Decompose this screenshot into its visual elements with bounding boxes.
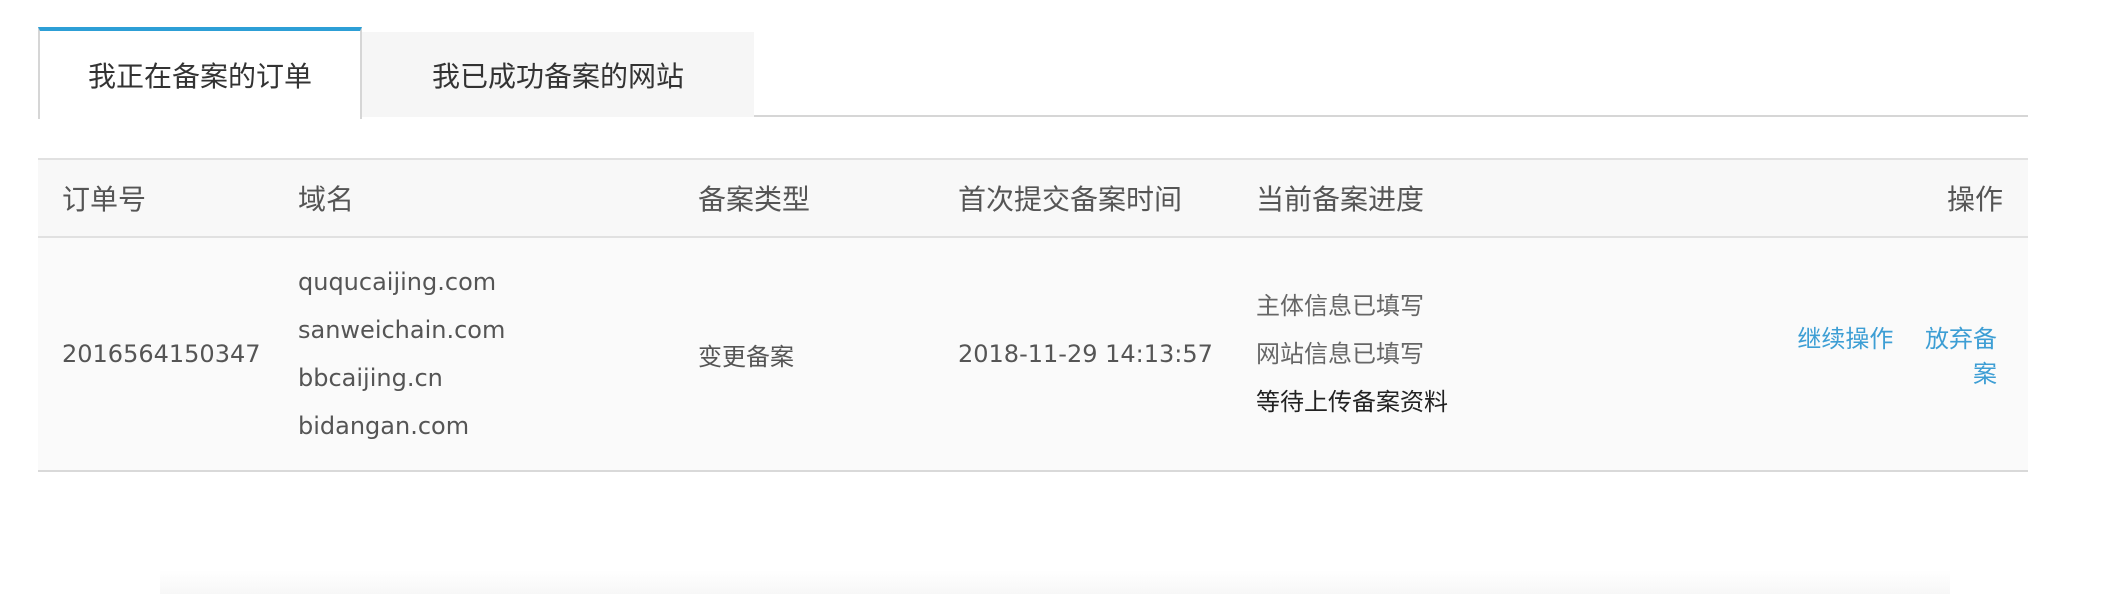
- filing-tabs: 我正在备案的订单 我已成功备案的网站: [38, 27, 2028, 119]
- header-first-submit-time: 首次提交备案时间: [958, 183, 1183, 216]
- domain-item: bidangan.com: [298, 412, 470, 440]
- tab-filing-orders-label: 我正在备案的订单: [87, 60, 312, 93]
- domain-cell: ququcaijing.com sanweichain.com bbcaijin…: [298, 237, 698, 471]
- order-number: 2016564150347: [62, 340, 261, 368]
- progress-list: 主体信息已填写 网站信息已填写 等待上传备案资料: [1256, 282, 1756, 426]
- header-order-no: 订单号: [62, 183, 147, 216]
- filing-type: 变更备案: [698, 342, 794, 371]
- orders-table: 订单号 域名 备案类型 首次提交备案时间 当前备案进度 操作 201656415…: [38, 158, 2028, 472]
- progress-step: 主体信息已填写: [1256, 292, 1424, 320]
- domain-list: ququcaijing.com sanweichain.com bbcaijin…: [298, 258, 698, 450]
- progress-cell: 主体信息已填写 网站信息已填写 等待上传备案资料: [1256, 237, 1756, 471]
- domain-item: bbcaijing.cn: [298, 364, 443, 392]
- abandon-filing-link[interactable]: 放弃备案: [1925, 325, 1997, 388]
- bottom-shadow: [160, 570, 1950, 594]
- header-filing-type: 备案类型: [698, 183, 811, 216]
- header-domain: 域名: [298, 183, 355, 216]
- domain-item: sanweichain.com: [298, 316, 506, 344]
- header-actions: 操作: [1946, 183, 2003, 216]
- table-row: 2016564150347 ququcaijing.com sanweichai…: [38, 237, 2028, 471]
- first-submit-time: 2018-11-29 14:13:57: [958, 340, 1213, 368]
- tab-filed-websites-label: 我已成功备案的网站: [431, 59, 684, 93]
- domain-item: ququcaijing.com: [298, 268, 497, 296]
- progress-step: 网站信息已填写: [1256, 340, 1424, 368]
- tab-filed-websites[interactable]: 我已成功备案的网站: [362, 32, 754, 117]
- continue-operation-link[interactable]: 继续操作: [1797, 325, 1893, 353]
- actions-cell: 继续操作 放弃备案: [1756, 237, 2028, 471]
- tab-filing-orders[interactable]: 我正在备案的订单: [38, 27, 362, 119]
- progress-step-current: 等待上传备案资料: [1256, 388, 1448, 416]
- table-header-row: 订单号 域名 备案类型 首次提交备案时间 当前备案进度 操作: [38, 159, 2028, 237]
- header-progress: 当前备案进度: [1256, 183, 1425, 216]
